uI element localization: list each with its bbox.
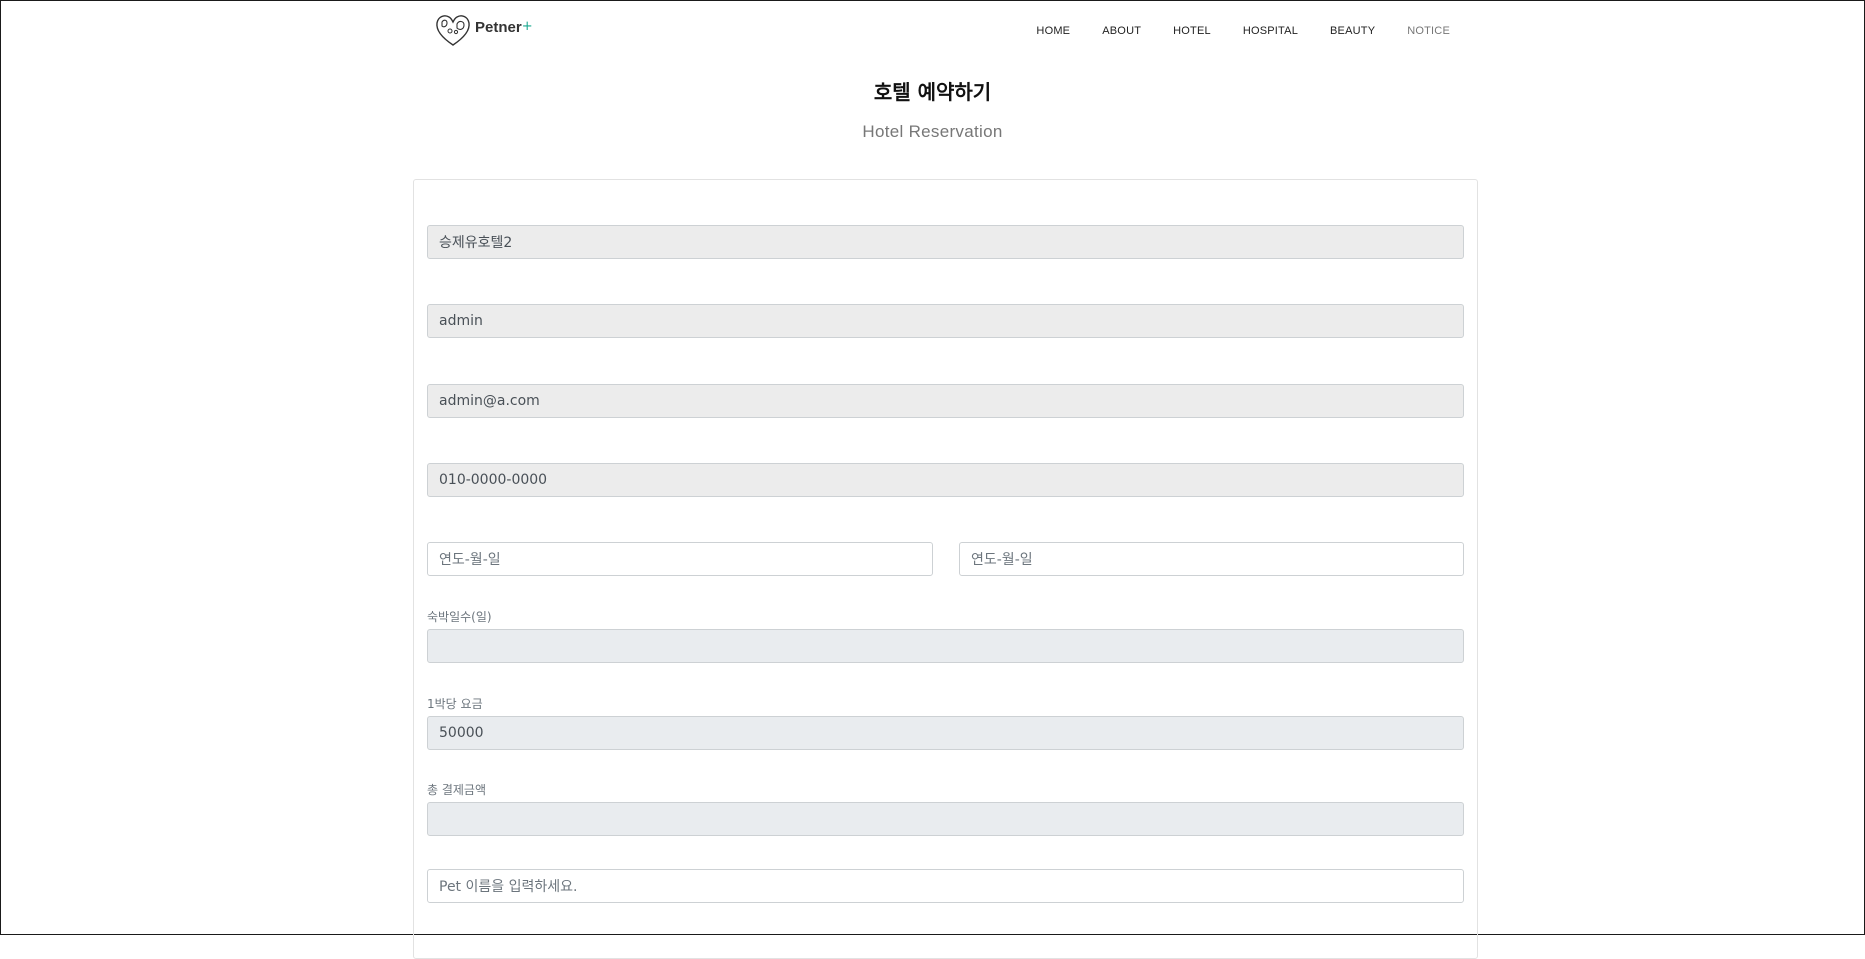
- nav-item-notice[interactable]: NOTICE: [1407, 25, 1450, 37]
- pet-name-placeholder: Pet 이름을 입력하세요.: [439, 879, 578, 895]
- price-per-night-label: 1박당 요금: [427, 697, 483, 711]
- nights-label: 숙박일수(일): [427, 610, 492, 624]
- pet-name-input[interactable]: Pet 이름을 입력하세요.: [427, 869, 1464, 903]
- user-id-value: admin: [439, 313, 483, 329]
- nights-field[interactable]: [427, 629, 1464, 663]
- reservation-form-card: 승제유호텔2 admin admin@a.com 010-0000-0000 연…: [413, 179, 1478, 959]
- checkin-date-field[interactable]: 연도-월-일: [427, 542, 933, 576]
- nav-item-home[interactable]: HOME: [1036, 25, 1070, 37]
- price-per-night-value: 50000: [439, 725, 484, 741]
- user-id-field[interactable]: admin: [427, 304, 1464, 338]
- nav-item-about[interactable]: ABOUT: [1102, 25, 1141, 37]
- brand-plus: +: [521, 18, 533, 34]
- checkout-date-placeholder: 연도-월-일: [971, 552, 1033, 568]
- nav-item-hospital[interactable]: HOSPITAL: [1243, 25, 1298, 37]
- hotel-name-value: 승제유호텔2: [439, 235, 513, 251]
- main-nav: HOME ABOUT HOTEL HOSPITAL BEAUTY NOTICE: [1004, 25, 1450, 37]
- total-amount-field[interactable]: [427, 802, 1464, 836]
- email-value: admin@a.com: [439, 393, 540, 409]
- checkin-date-placeholder: 연도-월-일: [439, 552, 501, 568]
- email-field[interactable]: admin@a.com: [427, 384, 1464, 418]
- brand-name: Petner: [475, 18, 522, 36]
- total-amount-label: 총 결제금액: [427, 783, 487, 797]
- nav-item-beauty[interactable]: BEAUTY: [1330, 25, 1375, 37]
- hotel-name-field[interactable]: 승제유호텔2: [427, 225, 1464, 259]
- brand-logo[interactable]: Petner +: [433, 11, 533, 49]
- nav-item-hotel[interactable]: HOTEL: [1173, 25, 1211, 37]
- phone-field[interactable]: 010-0000-0000: [427, 463, 1464, 497]
- checkout-date-field[interactable]: 연도-월-일: [959, 542, 1464, 576]
- site-header: Petner + HOME ABOUT HOTEL HOSPITAL BEAUTY…: [1, 1, 1864, 61]
- phone-value: 010-0000-0000: [439, 472, 548, 488]
- pet-heart-logo-icon: [436, 15, 470, 46]
- page-subtitle: Hotel Reservation: [862, 122, 1003, 141]
- price-per-night-field[interactable]: 50000: [427, 716, 1464, 750]
- page-title: 호텔 예약하기: [873, 80, 992, 104]
